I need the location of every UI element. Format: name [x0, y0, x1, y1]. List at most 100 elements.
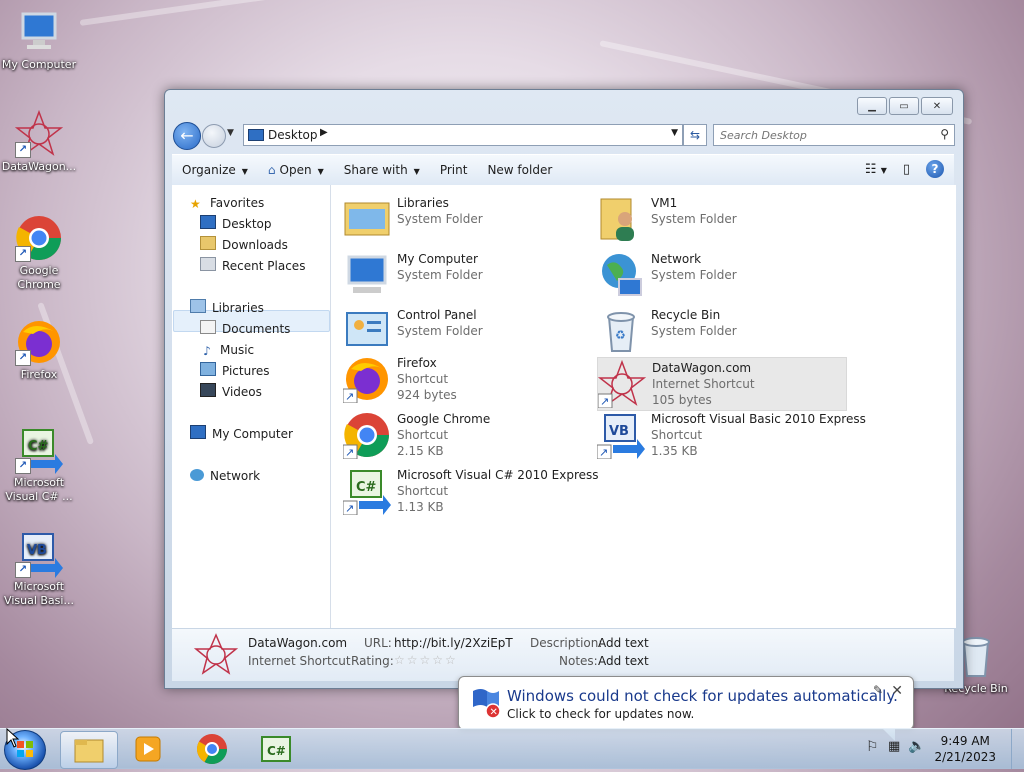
nav-libraries[interactable]: Libraries: [190, 298, 264, 318]
file-item-datawagon-selected[interactable]: ↗ DataWagon.com Internet Shortcut 105 byte…: [597, 357, 847, 411]
nav-my-computer[interactable]: My Computer: [190, 424, 293, 444]
nav-videos[interactable]: Videos: [200, 382, 262, 402]
navigation-row: ← ▼ Desktop ▶ ▼ ⇆ ⚲: [173, 122, 955, 150]
svg-text:C#: C#: [267, 744, 286, 758]
maximize-button[interactable]: ▭: [889, 97, 919, 115]
svg-text:↗: ↗: [600, 395, 609, 408]
clock[interactable]: 9:49 AM 2/21/2023: [934, 733, 996, 765]
notes-value[interactable]: Add text: [598, 653, 649, 669]
windows-update-error-icon: ✕: [473, 689, 501, 719]
file-item-google-chrome[interactable]: ↗ Google Chrome Shortcut 2.15 KB: [343, 409, 583, 461]
file-item-control-panel[interactable]: Control Panel System Folder: [343, 305, 583, 357]
file-item-network[interactable]: Network System Folder: [597, 249, 837, 301]
show-desktop-button[interactable]: [1011, 729, 1024, 769]
file-item-recycle-bin[interactable]: ♻ Recycle Bin System Folder: [597, 305, 837, 357]
desktop-icon-datawagon[interactable]: ↗ DataWagon...: [1, 109, 77, 174]
taskbar-media-player-button[interactable]: [120, 731, 176, 767]
chevron-down-icon: ▼: [317, 167, 324, 176]
svg-text:↗: ↗: [345, 446, 354, 459]
taskbar-chrome-button[interactable]: [184, 731, 240, 767]
pin-icon[interactable]: ✎: [873, 683, 883, 697]
open-button[interactable]: ⌂ Open ▼: [258, 163, 334, 177]
file-item-libraries[interactable]: Libraries System Folder: [343, 193, 583, 245]
file-item-my-computer[interactable]: My Computer System Folder: [343, 249, 583, 301]
url-value[interactable]: http://bit.ly/2XziEpT: [394, 635, 513, 651]
explorer-window: ▁ ▭ ✕ ← ▼ Desktop ▶ ▼ ⇆ ⚲ Organize▼ ⌂Ope…: [164, 89, 964, 689]
shortcut-arrow-icon: ↗: [15, 142, 31, 158]
balloon-close-button[interactable]: ✕: [891, 683, 903, 699]
preview-pane-button[interactable]: ▯: [903, 162, 910, 177]
file-item-vm1[interactable]: VM1 System Folder: [597, 193, 837, 245]
media-player-icon: [135, 736, 161, 762]
file-item-firefox[interactable]: ↗ Firefox Shortcut 924 bytes: [343, 353, 583, 405]
firefox-icon: ↗: [15, 318, 63, 366]
address-bar[interactable]: Desktop ▶ ▼: [243, 124, 683, 146]
datawagon-logo-icon: ↗: [598, 360, 646, 408]
user-folder-icon: [600, 198, 634, 241]
shortcut-arrow-icon: ↗: [15, 458, 31, 474]
taskbar-explorer-button[interactable]: [60, 731, 118, 769]
svg-text:VB: VB: [609, 424, 629, 439]
balloon-title: Windows could not check for updates auto…: [507, 687, 898, 705]
action-center-icon[interactable]: ⚐: [866, 739, 879, 755]
new-folder-button[interactable]: New folder: [477, 163, 562, 177]
volume-icon[interactable]: 🔈: [908, 738, 925, 754]
nav-favorites[interactable]: ★ Favorites: [190, 193, 264, 213]
minimize-button[interactable]: ▁: [857, 97, 887, 115]
share-with-button[interactable]: Share with ▼: [334, 163, 430, 177]
help-icon[interactable]: ?: [926, 160, 944, 178]
chrome-icon: ↗: [343, 413, 389, 459]
rating-stars[interactable]: ☆☆☆☆☆: [394, 652, 458, 668]
svg-text:↗: ↗: [345, 390, 354, 403]
desktop-icon-visual-csharp[interactable]: C# ↗ Microsoft Visual C# ...: [1, 426, 77, 504]
videos-icon: [200, 383, 216, 397]
forward-button[interactable]: [202, 124, 226, 148]
file-item-visual-basic[interactable]: VB ↗ Microsoft Visual Basic 2010 Express S…: [597, 409, 866, 461]
shortcut-arrow-icon: ↗: [15, 350, 31, 366]
back-button[interactable]: ←: [173, 122, 201, 150]
desktop-icon: [200, 215, 216, 229]
desktop-icon-chrome[interactable]: ↗ Google Chrome: [1, 214, 77, 292]
address-text: Desktop: [268, 128, 318, 142]
libraries-folder-icon: [344, 202, 390, 236]
file-item-visual-csharp[interactable]: C# ↗ Microsoft Visual C# 2010 Express Shor…: [343, 465, 599, 517]
navigation-pane: ★ Favorites Desktop Downloads Recent Plac…: [172, 185, 331, 628]
close-button[interactable]: ✕: [921, 97, 953, 115]
nav-downloads[interactable]: Downloads: [200, 235, 288, 255]
address-dropdown-icon[interactable]: ▼: [671, 128, 678, 138]
desktop-icon-firefox[interactable]: ↗ Firefox: [1, 318, 77, 382]
svg-text:VB: VB: [27, 543, 47, 558]
recent-pages-dropdown[interactable]: ▼: [227, 128, 234, 138]
search-box[interactable]: ⚲: [713, 124, 955, 146]
network-globe-icon: [602, 254, 642, 296]
nav-recent-places[interactable]: Recent Places: [200, 256, 305, 276]
nav-documents[interactable]: Documents: [200, 319, 290, 339]
nav-network[interactable]: Network: [190, 466, 260, 486]
balloon-body: Click to check for updates now.: [507, 707, 695, 721]
network-tray-icon[interactable]: ▦: [888, 739, 900, 754]
desktop-icon-visual-basic[interactable]: VB ↗ Microsoft Visual Basi...: [1, 530, 77, 608]
search-input[interactable]: [714, 125, 932, 145]
search-icon[interactable]: ⚲: [940, 127, 949, 141]
desktop-icon-my-computer[interactable]: My Computer: [1, 8, 77, 72]
url-label: URL:: [364, 636, 392, 650]
description-value[interactable]: Add text: [598, 635, 649, 651]
update-notification-balloon[interactable]: ✕ Windows could not check for updates au…: [458, 676, 914, 741]
chevron-down-icon: ▼: [413, 167, 420, 176]
change-view-button[interactable]: ☷ ▼: [865, 162, 887, 177]
window-controls: ▁ ▭ ✕: [857, 97, 953, 115]
print-button[interactable]: Print: [430, 163, 478, 177]
taskbar-visual-csharp-button[interactable]: C#: [248, 731, 304, 767]
nav-desktop[interactable]: Desktop: [200, 214, 272, 234]
nav-music[interactable]: ♪ Music: [200, 340, 254, 360]
breadcrumb-chevron-icon[interactable]: ▶: [320, 127, 328, 138]
refresh-button[interactable]: ⇆: [683, 124, 707, 146]
shortcut-arrow-icon: ↗: [15, 562, 31, 578]
documents-icon: [200, 320, 216, 334]
details-type: Internet Shortcut: [248, 654, 351, 668]
nav-pictures[interactable]: Pictures: [200, 361, 270, 381]
system-tray: ⚐ ▦ 🔈: [860, 737, 925, 761]
organize-button[interactable]: Organize ▼: [172, 163, 258, 177]
libraries-icon: [190, 299, 206, 313]
downloads-folder-icon: [200, 236, 216, 250]
